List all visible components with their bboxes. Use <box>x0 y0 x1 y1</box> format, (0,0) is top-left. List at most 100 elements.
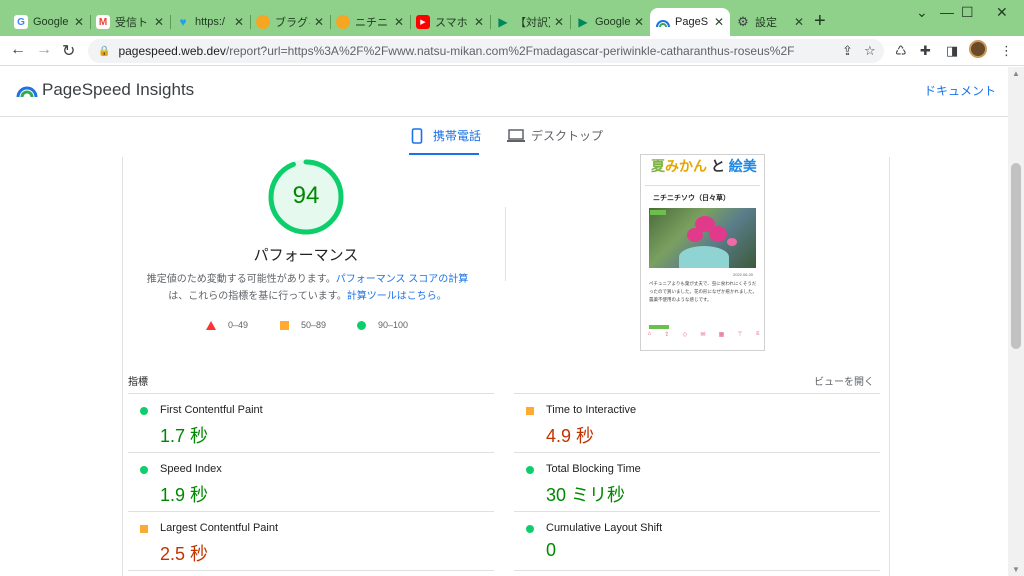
average-square-icon <box>140 525 148 533</box>
twitter-icon: ♥ <box>179 15 187 29</box>
share-icon: ⇪ <box>664 332 670 338</box>
metric-value: 0 <box>546 540 557 560</box>
active-tab-indicator <box>409 153 479 155</box>
google-icon: G <box>14 15 28 29</box>
close-icon[interactable]: ✕ <box>714 15 724 29</box>
natsu-mikan-icon <box>256 15 270 29</box>
close-icon[interactable]: ✕ <box>554 15 564 29</box>
post-title: ニチニチソウ（日々草） <box>653 195 730 202</box>
scrollbar-thumb[interactable] <box>1011 163 1021 349</box>
tab-desktop-label: デスクトップ <box>531 129 604 143</box>
metric-row: First Contentful Paint 1.7 秒 <box>128 393 494 451</box>
pagespeed-logo-icon <box>16 81 38 104</box>
device-tabs: 携帯電話 デスクトップ <box>0 117 1008 157</box>
divider <box>645 185 760 186</box>
tab-mobile[interactable]: 携帯電話 <box>411 127 481 144</box>
site-logo: 夏みかん と 絵美 <box>651 158 757 174</box>
browser-tab[interactable]: ♥ https:/ ✕ <box>170 8 250 36</box>
metric-row: Largest Contentful Paint 2.5 秒 <box>128 511 494 569</box>
home-icon: ⌂ <box>647 331 652 337</box>
laptop-icon <box>507 128 525 142</box>
back-arrow-icon[interactable]: ← <box>10 41 26 59</box>
divider <box>514 570 880 576</box>
gmail-icon: M <box>96 15 110 29</box>
performance-label: パフォーマンス <box>253 247 359 264</box>
good-circle-icon <box>140 407 148 415</box>
menu-kebab-icon[interactable]: ⋮ <box>1000 43 1013 59</box>
browser-tab[interactable]: ニチニ ✕ <box>330 8 410 36</box>
extensions-puzzle-icon[interactable]: ✚ <box>920 43 931 59</box>
score-calc-link[interactable]: パフォーマンス スコアの計算 <box>336 274 469 285</box>
browser-tab[interactable]: ⚙ 設定 ✕ <box>730 8 810 36</box>
maximize-icon[interactable]: ☐ <box>961 4 974 21</box>
share-icon[interactable]: ⇪ <box>842 43 853 59</box>
side-panel-icon[interactable]: ◨ <box>946 43 958 59</box>
psi-header: PageSpeed Insights ドキュメント <box>0 67 1008 117</box>
close-icon[interactable]: ✕ <box>234 15 244 29</box>
smartphone-icon <box>411 127 423 144</box>
card-border <box>889 157 890 576</box>
metric-name: Total Blocking Time <box>546 463 641 475</box>
forward-arrow-icon[interactable]: → <box>36 41 52 59</box>
close-icon[interactable]: ✕ <box>474 15 484 29</box>
browser-tab[interactable]: ▶ Google ✕ <box>570 8 650 36</box>
legend-average: 50–89 <box>280 320 326 330</box>
calculator-link[interactable]: 計算ツールはこちら。 <box>347 291 447 302</box>
documentation-link[interactable]: ドキュメント <box>924 82 996 99</box>
metric-name: First Contentful Paint <box>160 404 263 416</box>
metric-name: Speed Index <box>160 463 222 475</box>
browser-toolbar: ← → ↻ 🔒 pagespeed.web.dev/report?url=htt… <box>0 36 1024 66</box>
bookmark-star-icon[interactable]: ☆ <box>864 43 876 59</box>
average-square-icon <box>526 407 534 415</box>
good-circle-icon <box>526 466 534 474</box>
expand-view-toggle[interactable]: ビューを開く <box>814 373 874 388</box>
metric-row: Speed Index 1.9 秒 <box>128 452 494 510</box>
browser-tab-title: Google <box>33 16 69 28</box>
card-border <box>122 157 123 576</box>
chevron-down-icon[interactable]: ⌄ <box>916 4 928 21</box>
grid-icon: ▦ <box>718 332 725 338</box>
metric-row: Total Blocking Time 30 ミリ秒 <box>514 452 880 510</box>
circle-icon <box>357 320 366 330</box>
tab-desktop[interactable]: デスクトップ <box>507 127 603 144</box>
note-text: 推定値のため変動する可能性があります。 <box>146 274 336 285</box>
browser-tab[interactable]: ブラグィ ✕ <box>250 8 330 36</box>
address-bar[interactable]: 🔒 pagespeed.web.dev/report?url=https%3A%… <box>88 39 884 63</box>
browser-tab-title: Google <box>595 16 630 28</box>
reload-icon[interactable]: ↻ <box>62 41 75 61</box>
pagespeed-icon <box>656 15 670 29</box>
close-icon[interactable]: ✕ <box>314 15 324 29</box>
play-icon: ▶ <box>578 15 588 29</box>
browser-tab-title: ブラグィ <box>275 17 310 29</box>
gear-icon: ⚙ <box>737 14 749 29</box>
minimize-icon[interactable]: — <box>940 4 954 20</box>
post-excerpt: ペチュニアよりも葉が丈夫で、虫に食われにくそうだったので買いました。花の形になぜ… <box>649 281 757 302</box>
close-icon[interactable]: ✕ <box>74 15 84 29</box>
tab-mobile-label: 携帯電話 <box>433 129 482 143</box>
metric-row: Cumulative Layout Shift 0 <box>514 511 880 569</box>
browser-tab[interactable]: ▶ スマホ ✕ <box>410 8 490 36</box>
close-icon[interactable]: ✕ <box>634 15 644 29</box>
close-icon[interactable]: ✕ <box>794 15 804 29</box>
good-circle-icon <box>140 466 148 474</box>
note-text: は、これらの指標を基に行っています。 <box>168 291 347 302</box>
browser-tab-strip: G Google ✕ M 受信ト ✕ ♥ https:/ ✕ ブラグィ ✕ ニチ… <box>0 0 1024 36</box>
browser-tab[interactable]: ▶ 【対訳】 ✕ <box>490 8 570 36</box>
avatar[interactable] <box>969 40 987 58</box>
category-bar <box>649 325 669 329</box>
recycle-icon[interactable]: ♺ <box>895 43 907 59</box>
scrollbar[interactable]: ▲ ▼ <box>1008 67 1024 576</box>
new-tab-plus-icon[interactable]: + <box>814 10 826 33</box>
metric-value: 1.7 秒 <box>160 426 209 446</box>
scroll-up-icon[interactable]: ▲ <box>1012 69 1020 78</box>
browser-tab-title: ニチニ <box>355 17 388 29</box>
close-icon[interactable]: ✕ <box>394 15 404 29</box>
browser-tab-active[interactable]: PageS ✕ <box>650 8 730 36</box>
close-window-icon[interactable]: ✕ <box>996 4 1008 21</box>
browser-tab[interactable]: M 受信ト ✕ <box>90 8 170 36</box>
close-icon[interactable]: ✕ <box>154 15 164 29</box>
browser-tab-title: 受信ト <box>115 17 148 29</box>
browser-tab-title: 設定 <box>755 17 777 29</box>
browser-tab[interactable]: G Google ✕ <box>8 8 90 36</box>
scroll-down-icon[interactable]: ▼ <box>1012 565 1020 574</box>
